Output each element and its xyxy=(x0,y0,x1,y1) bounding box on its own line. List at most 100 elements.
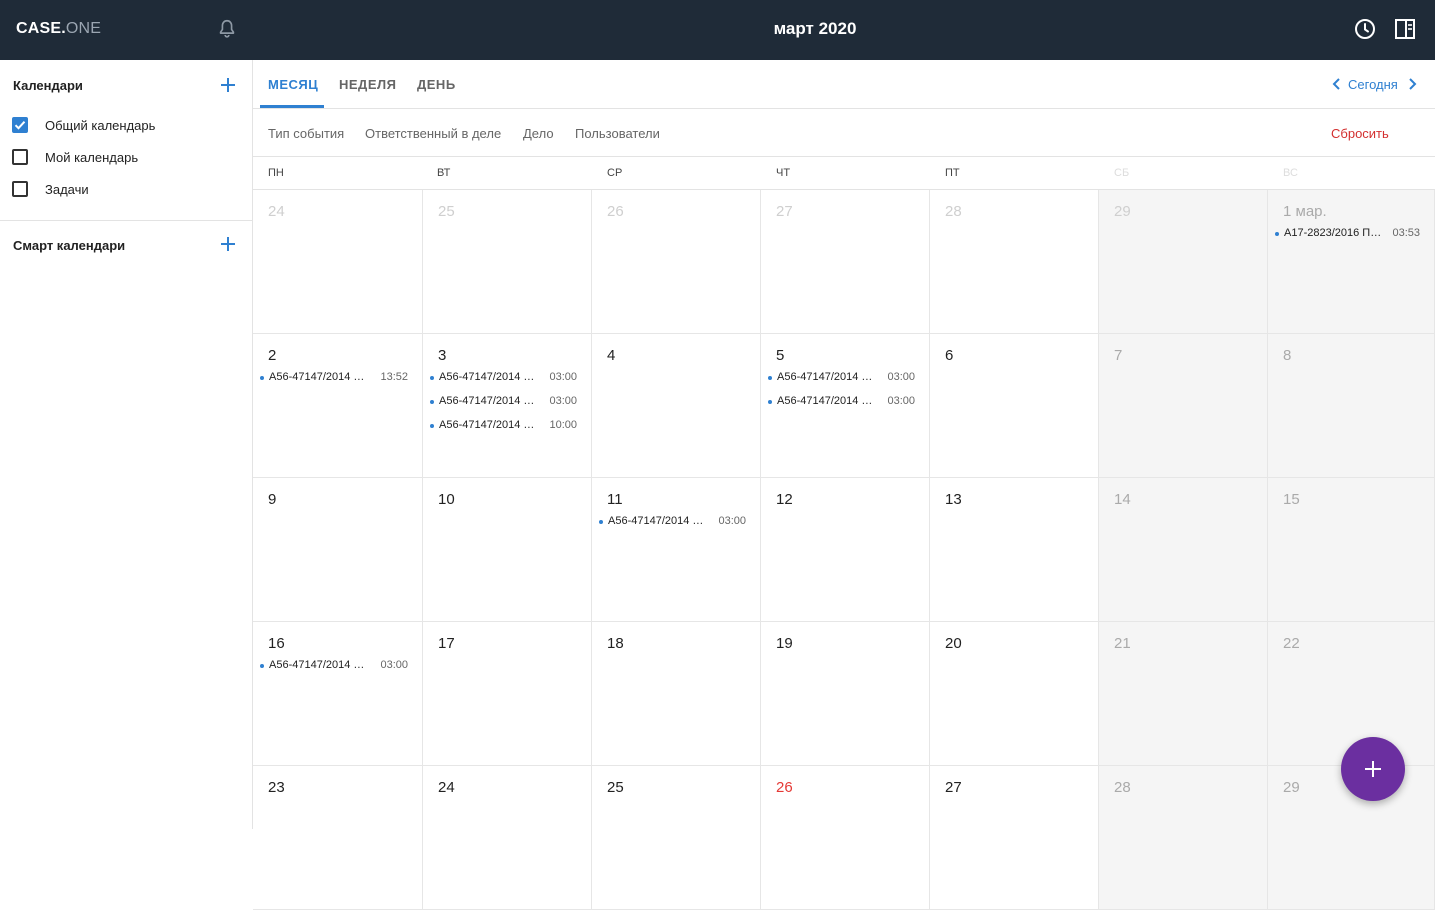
event-title: А56-47147/2014 О… xyxy=(777,371,877,383)
day-number: 22 xyxy=(1283,635,1300,652)
day-cell[interactable]: 15 xyxy=(1268,478,1435,622)
bell-icon[interactable] xyxy=(216,18,238,40)
day-cell[interactable]: 28 xyxy=(1099,766,1268,910)
day-cell[interactable]: 20 xyxy=(930,622,1099,766)
tab-day[interactable]: ДЕНЬ xyxy=(417,77,456,92)
day-cell[interactable]: 4 xyxy=(592,334,761,478)
day-cell[interactable]: 28 xyxy=(930,190,1099,334)
day-cell[interactable]: 25 xyxy=(423,190,592,334)
reset-filters-button[interactable]: Сбросить xyxy=(1331,126,1389,141)
day-cell[interactable]: 23 xyxy=(253,766,423,910)
checkbox-icon[interactable] xyxy=(12,149,28,165)
clock-icon[interactable] xyxy=(1353,17,1377,41)
calendar-item-mine[interactable]: Мой календарь xyxy=(12,147,212,167)
day-cell[interactable]: 2 А56-47147/2014 З… 13:52 xyxy=(253,334,423,478)
day-cell[interactable]: 24 xyxy=(253,190,423,334)
day-cell[interactable]: 1 мар. А17-2823/2016 Пр… 03:53 xyxy=(1268,190,1435,334)
today-button[interactable]: Сегодня xyxy=(1348,77,1398,92)
filter-event-type[interactable]: Тип события xyxy=(268,126,344,141)
event-item[interactable]: А56-47147/2014 О… 03:00 xyxy=(768,370,915,386)
add-smart-calendar-plus-icon[interactable] xyxy=(219,235,237,253)
day-number: 21 xyxy=(1114,635,1131,652)
day-cell[interactable]: 9 xyxy=(253,478,423,622)
day-cell[interactable]: 10 xyxy=(423,478,592,622)
active-tab-indicator xyxy=(260,105,324,108)
calendar-item-tasks[interactable]: Задачи xyxy=(12,179,212,199)
event-time: 03:00 xyxy=(887,371,915,383)
day-cell[interactable]: 7 xyxy=(1099,334,1268,478)
top-bar: CASE.ONE март 2020 xyxy=(0,0,1435,60)
day-cell[interactable]: 14 xyxy=(1099,478,1268,622)
day-number: 28 xyxy=(945,203,962,220)
chevron-right-icon[interactable] xyxy=(1405,76,1419,92)
checkbox-checked-icon[interactable] xyxy=(12,117,28,133)
event-dot-icon xyxy=(430,424,434,428)
day-cell[interactable]: 24 xyxy=(423,766,592,910)
event-item[interactable]: А56-47147/2014 З… 10:00 xyxy=(430,418,577,434)
day-cell[interactable]: 27 xyxy=(761,190,930,334)
filter-case[interactable]: Дело xyxy=(523,126,554,141)
sidebar-divider xyxy=(0,220,252,221)
tab-week[interactable]: НЕДЕЛЯ xyxy=(339,77,396,92)
day-cell[interactable]: 21 xyxy=(1099,622,1268,766)
calendar-label: Мой календарь xyxy=(45,150,139,165)
day-cell[interactable]: 16 А56-47147/2014 Х… 03:00 xyxy=(253,622,423,766)
day-cell[interactable]: 17 xyxy=(423,622,592,766)
day-number: 5 xyxy=(776,347,785,364)
day-cell[interactable]: 26 xyxy=(761,766,930,910)
event-item[interactable]: А56-47147/2014 Х… 03:00 xyxy=(768,394,915,410)
checkbox-icon[interactable] xyxy=(12,181,28,197)
event-item[interactable]: А17-2823/2016 Пр… 03:53 xyxy=(1275,226,1420,242)
add-calendar-plus-icon[interactable] xyxy=(219,76,237,94)
event-item[interactable]: А56-47147/2014 О… 03:00 xyxy=(430,370,577,386)
event-title: А56-47147/2014 З… xyxy=(439,419,539,431)
day-cell[interactable]: 25 xyxy=(592,766,761,910)
day-cell[interactable]: 13 xyxy=(930,478,1099,622)
event-item[interactable]: А56-47147/2014 З… 13:52 xyxy=(260,370,408,386)
day-cell[interactable]: 11 А56-47147/2014 О… 03:00 xyxy=(592,478,761,622)
day-cell[interactable]: 18 xyxy=(592,622,761,766)
filter-responsible[interactable]: Ответственный в деле xyxy=(365,126,501,141)
day-cell[interactable]: 5 А56-47147/2014 О… 03:00 А56-47147/2014 Х…… xyxy=(761,334,930,478)
day-cell[interactable]: 27 xyxy=(930,766,1099,910)
day-number: 24 xyxy=(438,779,455,796)
day-number: 6 xyxy=(945,347,954,364)
app-logo[interactable]: CASE.ONE xyxy=(16,20,101,38)
day-cell[interactable]: 12 xyxy=(761,478,930,622)
day-cell[interactable]: 3 А56-47147/2014 О… 03:00 А56-47147/2014 Х…… xyxy=(423,334,592,478)
day-cell[interactable]: 19 xyxy=(761,622,930,766)
day-number: 29 xyxy=(1283,779,1300,796)
smart-calendars-title: Смарт календари xyxy=(13,238,126,253)
event-dot-icon xyxy=(768,376,772,380)
day-number: 2 xyxy=(268,347,277,364)
day-number: 11 xyxy=(607,491,623,508)
day-number: 26 xyxy=(607,203,624,220)
chevron-left-icon[interactable] xyxy=(1330,76,1344,92)
tab-month[interactable]: МЕСЯЦ xyxy=(268,77,318,92)
day-number: 25 xyxy=(438,203,455,220)
day-cell[interactable]: 8 xyxy=(1268,334,1435,478)
day-number: 24 xyxy=(268,203,285,220)
plus-icon xyxy=(1365,761,1381,777)
day-number: 27 xyxy=(776,203,793,220)
day-number: 8 xyxy=(1283,347,1292,364)
add-event-button[interactable] xyxy=(1341,737,1405,801)
calendar-item-common[interactable]: Общий календарь xyxy=(12,115,212,135)
day-number: 23 xyxy=(268,779,285,796)
day-cell[interactable]: 29 xyxy=(1099,190,1268,334)
weekday-label: ПН xyxy=(268,167,284,179)
day-number: 7 xyxy=(1114,347,1123,364)
day-cell[interactable]: 26 xyxy=(592,190,761,334)
event-time: 03:00 xyxy=(380,659,408,671)
day-cell[interactable]: 6 xyxy=(930,334,1099,478)
day-number: 16 xyxy=(268,635,285,652)
event-item[interactable]: А56-47147/2014 Х… 03:00 xyxy=(260,658,408,674)
event-dot-icon xyxy=(1275,232,1279,236)
panel-icon[interactable] xyxy=(1394,18,1416,40)
event-item[interactable]: А56-47147/2014 Х… 03:00 xyxy=(430,394,577,410)
weekday-label: ЧТ xyxy=(776,167,791,179)
filter-users[interactable]: Пользователи xyxy=(575,126,660,141)
event-item[interactable]: А56-47147/2014 О… 03:00 xyxy=(599,514,746,530)
view-tabs: МЕСЯЦ НЕДЕЛЯ ДЕНЬ Сегодня xyxy=(253,60,1435,109)
day-number: 3 xyxy=(438,347,447,364)
